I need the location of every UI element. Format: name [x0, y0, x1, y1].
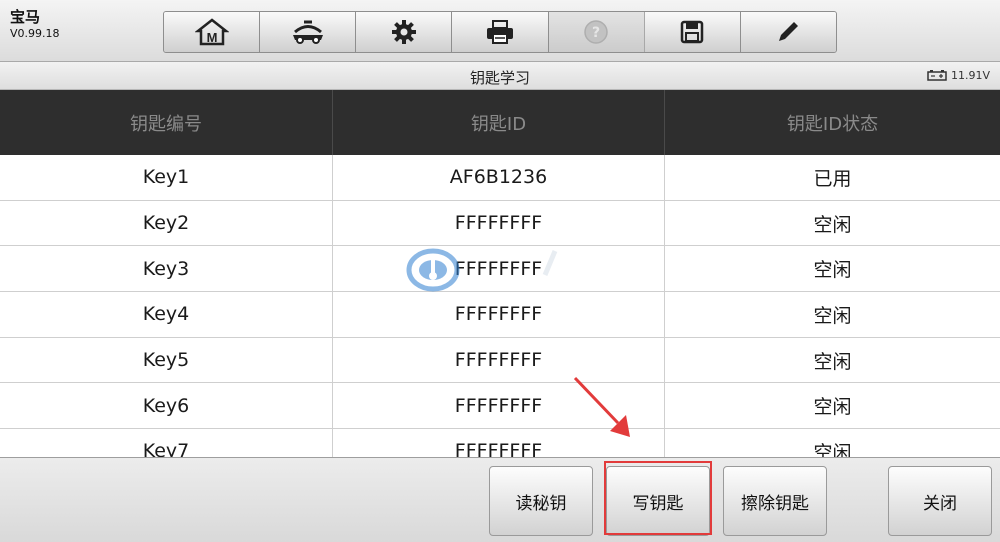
- battery-status: 11.91V: [927, 69, 990, 82]
- key-number-cell: Key2: [0, 200, 333, 246]
- key-number-cell: Key3: [0, 246, 333, 292]
- key-id-cell: FFFFFFFF: [333, 429, 665, 457]
- key-status-cell: 空闲: [813, 259, 852, 282]
- key-status-cell: 空闲: [813, 396, 852, 419]
- home-icon: M: [194, 18, 229, 46]
- table-row[interactable]: Key4 FFFFFFFF 空闲: [0, 292, 1000, 338]
- close-button[interactable]: 关闭: [888, 466, 992, 536]
- read-key-button[interactable]: 读秘钥: [489, 466, 593, 536]
- key-status-cell: 空闲: [813, 304, 852, 327]
- vehicle-info: 宝马 V0.99.18: [10, 8, 60, 42]
- write-key-button[interactable]: 写钥匙: [606, 466, 710, 536]
- key-table[interactable]: 钥匙编号 钥匙ID 钥匙ID状态 Key1 AF6B1236 已用 Key2 F…: [0, 90, 1000, 457]
- key-status-cell: 已用: [813, 167, 852, 190]
- table-row[interactable]: Key3 FFFFFFFF 空闲: [0, 246, 1000, 293]
- key-status-cell: 空闲: [813, 213, 852, 236]
- svg-text:M: M: [206, 30, 217, 45]
- car-service-icon: [292, 20, 323, 44]
- printer-icon: [486, 20, 513, 44]
- battery-icon: [927, 70, 947, 81]
- key-id-cell: FFFFFFFF: [333, 337, 665, 383]
- help-button[interactable]: ?: [548, 12, 645, 52]
- key-status-cell: 空闲: [813, 350, 852, 373]
- key-status-cell: 空闲: [813, 441, 852, 457]
- save-button[interactable]: [644, 12, 741, 52]
- key-number-cell: Key5: [0, 337, 333, 383]
- erase-key-button[interactable]: 擦除钥匙: [723, 466, 827, 536]
- key-number-cell: Key7: [0, 429, 333, 457]
- gear-icon: [391, 20, 416, 44]
- key-number-cell: Key1: [0, 155, 333, 200]
- pen-icon: [779, 22, 799, 41]
- table-header: 钥匙编号 钥匙ID 钥匙ID状态: [0, 90, 1000, 155]
- table-row[interactable]: Key7 FFFFFFFF 空闲: [0, 429, 1000, 457]
- key-id-cell: FFFFFFFF: [333, 200, 665, 246]
- software-version: V0.99.18: [10, 27, 60, 40]
- key-id-cell: FFFFFFFF: [333, 246, 665, 292]
- vehicle-make: 宝马: [10, 8, 41, 26]
- table-row[interactable]: Key6 FFFFFFFF 空闲: [0, 383, 1000, 430]
- print-button[interactable]: [452, 12, 549, 52]
- key-id-cell: FFFFFFFF: [333, 383, 665, 429]
- svg-text:?: ?: [592, 25, 600, 41]
- key-learning-screen: 宝马 V0.99.18 M ? 钥匙学习 11.91V 钥匙编号 钥匙ID 钥匙…: [0, 0, 1000, 542]
- title-bar: 钥匙学习 11.91V: [0, 62, 1000, 90]
- help-icon: ?: [584, 20, 608, 44]
- main-toolbar: M ?: [163, 11, 837, 53]
- key-number-cell: Key6: [0, 383, 333, 429]
- column-header-key-status: 钥匙ID状态: [786, 113, 879, 135]
- table-row[interactable]: Key1 AF6B1236 已用: [0, 155, 1000, 201]
- action-bar: 读秘钥 写钥匙 擦除钥匙 关闭: [0, 457, 1000, 542]
- settings-button[interactable]: [356, 12, 453, 52]
- battery-voltage: 11.91V: [950, 69, 990, 82]
- page-title: 钥匙学习: [469, 69, 530, 87]
- key-number-cell: Key4: [0, 292, 333, 337]
- key-id-cell: AF6B1236: [333, 155, 665, 200]
- column-header-key-number: 钥匙编号: [0, 90, 333, 155]
- top-bar: 宝马 V0.99.18 M ?: [0, 0, 1000, 62]
- save-icon: [681, 20, 704, 44]
- table-row[interactable]: Key2 FFFFFFFF 空闲: [0, 200, 1000, 247]
- column-header-key-id: 钥匙ID: [333, 90, 665, 155]
- vehicle-select-button[interactable]: [260, 12, 357, 52]
- table-row[interactable]: Key5 FFFFFFFF 空闲: [0, 337, 1000, 384]
- edit-button[interactable]: [740, 12, 836, 52]
- key-id-cell: FFFFFFFF: [333, 292, 665, 337]
- home-button[interactable]: M: [164, 12, 261, 52]
